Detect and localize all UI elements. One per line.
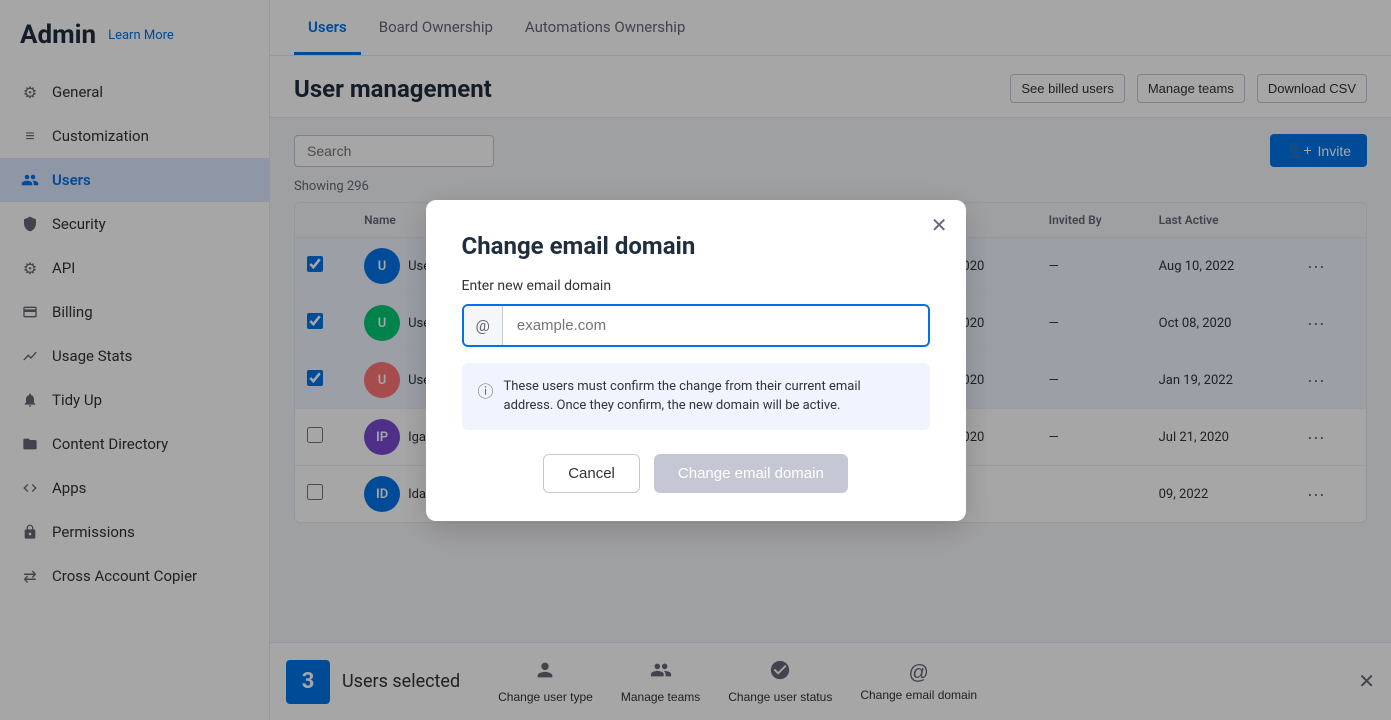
change-email-domain-modal: ✕ Change email domain Enter new email do…	[426, 200, 966, 521]
modal-label: Enter new email domain	[462, 278, 930, 294]
modal-confirm-button[interactable]: Change email domain	[654, 454, 848, 493]
email-domain-input[interactable]	[503, 307, 928, 344]
at-symbol: @	[464, 306, 503, 345]
modal-info-text: These users must confirm the change from…	[504, 377, 914, 416]
modal-cancel-button[interactable]: Cancel	[543, 454, 640, 493]
info-icon: ⓘ	[478, 378, 494, 416]
modal-title: Change email domain	[462, 232, 930, 260]
modal-info-box: ⓘ These users must confirm the change fr…	[462, 363, 930, 430]
modal-actions: Cancel Change email domain	[462, 454, 930, 493]
modal-input-wrap: @	[462, 304, 930, 347]
modal-close-button[interactable]: ✕	[931, 216, 948, 236]
modal-overlay[interactable]: ✕ Change email domain Enter new email do…	[0, 0, 1391, 720]
